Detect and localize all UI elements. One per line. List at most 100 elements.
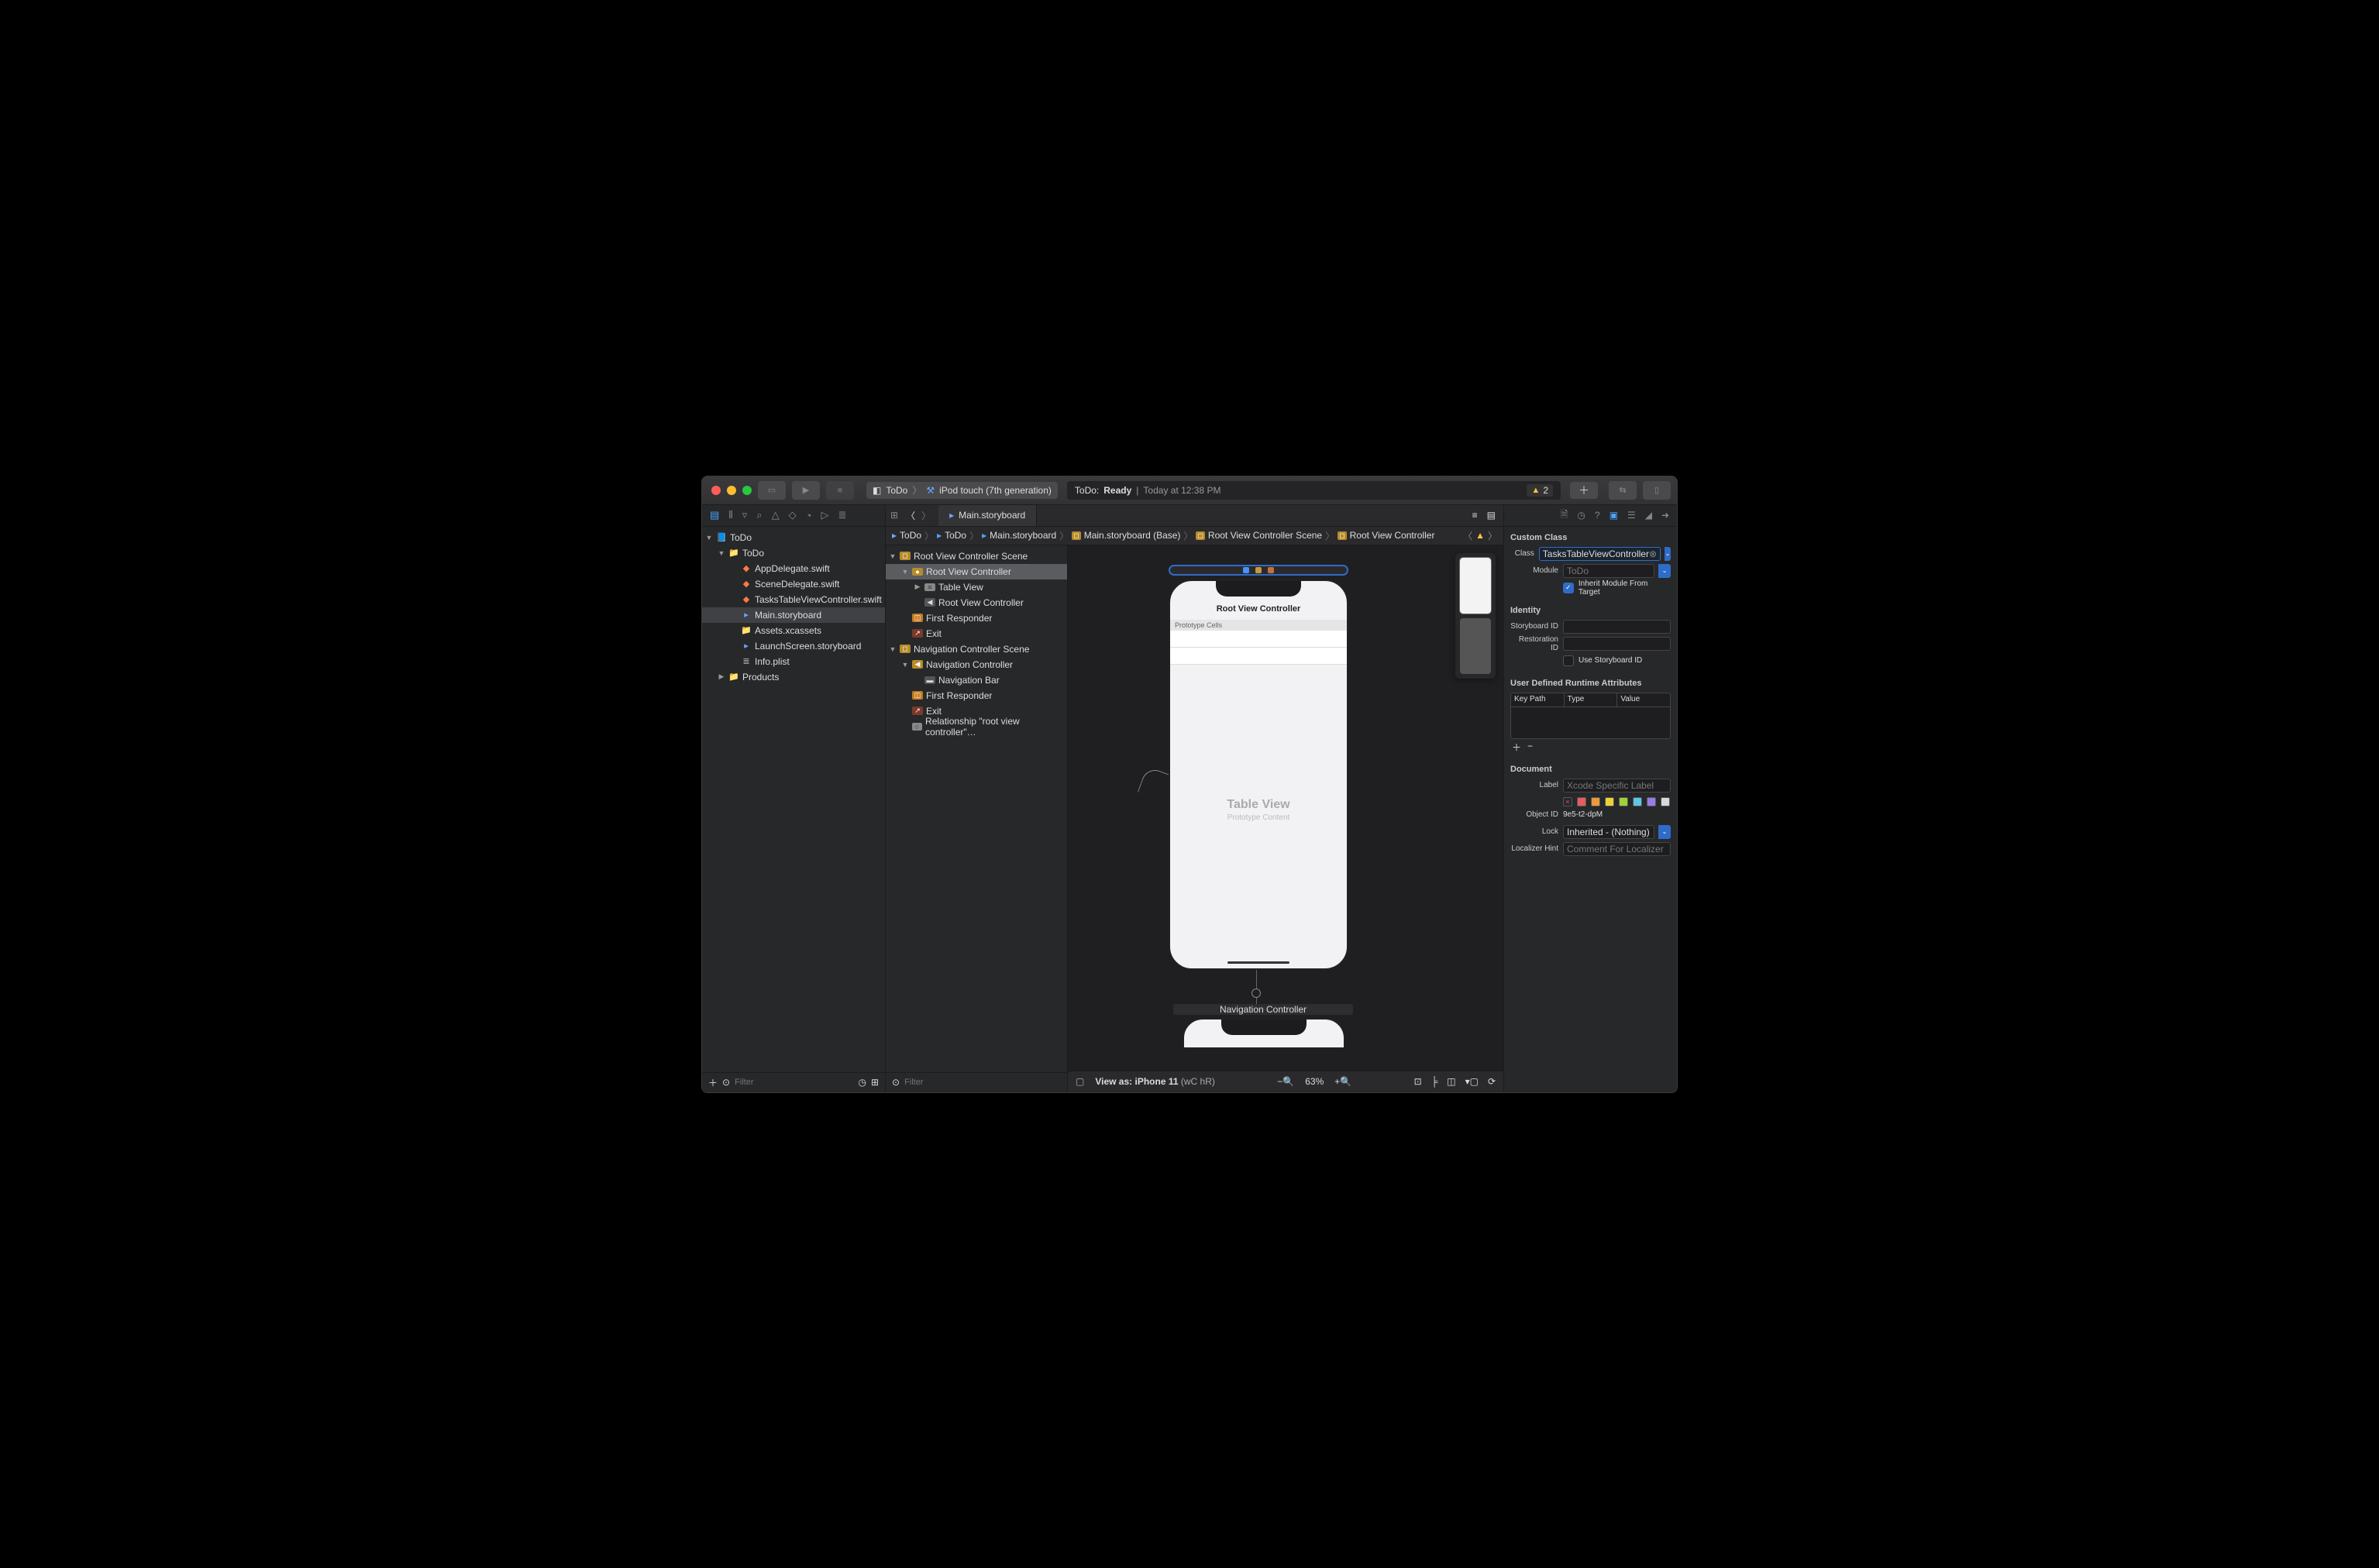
lock-dropdown-caret[interactable]: ⌄: [1658, 825, 1671, 839]
device-frame[interactable]: Root View Controller Prototype Cells Tab…: [1169, 579, 1348, 970]
outline-row[interactable]: ◫First Responder: [886, 610, 1067, 626]
zoom-out-icon[interactable]: −🔍: [1277, 1076, 1294, 1087]
tree-row[interactable]: 📁Assets.xcassets: [702, 623, 885, 638]
outline-filter-input[interactable]: [904, 1078, 1061, 1087]
zoom-level[interactable]: 63%: [1305, 1076, 1324, 1087]
color-swatch[interactable]: [1591, 797, 1600, 806]
history-inspector-icon[interactable]: ◷: [1577, 510, 1585, 521]
restoration-id-field[interactable]: [1563, 637, 1671, 651]
debug-nav-icon[interactable]: ◔: [806, 510, 812, 521]
outline-row[interactable]: ▼●Root View Controller: [886, 564, 1067, 579]
use-storyboard-id-checkbox[interactable]: [1563, 655, 1574, 666]
tree-row[interactable]: ▶📁Products: [702, 669, 885, 685]
tab-main-storyboard[interactable]: ▸ Main.storyboard: [938, 505, 1037, 527]
toggle-navigator-button[interactable]: ▭: [758, 481, 786, 500]
test-nav-icon[interactable]: ◇: [789, 509, 797, 521]
issue-nav-icon[interactable]: △: [772, 509, 780, 521]
stop-button[interactable]: ■: [826, 481, 854, 500]
clear-icon[interactable]: ⊗: [1649, 548, 1657, 559]
scene-dock[interactable]: [1169, 565, 1348, 576]
navctrl-dock[interactable]: Navigation Controller: [1173, 1004, 1353, 1015]
inherit-module-checkbox[interactable]: ✓: [1563, 583, 1574, 593]
run-button[interactable]: ▶: [792, 481, 820, 500]
connections-inspector-icon[interactable]: ➜: [1661, 510, 1669, 521]
color-swatch[interactable]: [1605, 797, 1614, 806]
warnings-indicator[interactable]: ▲ 2: [1527, 484, 1553, 497]
prev-issue-icon[interactable]: 〈: [1463, 529, 1472, 542]
scheme-selector[interactable]: ◧ ToDo 〉 ⚒ iPod touch (7th generation): [866, 482, 1058, 499]
jump-crumb[interactable]: ▸ Main.storyboard: [982, 530, 1056, 541]
view-as-label[interactable]: View as: iPhone 11 (wC hR): [1095, 1076, 1215, 1087]
tree-row[interactable]: ◆AppDelegate.swift: [702, 561, 885, 576]
module-field[interactable]: ToDo: [1563, 564, 1654, 578]
editor-options-icon[interactable]: ≡: [1472, 510, 1478, 521]
segue-node-icon[interactable]: [1251, 989, 1261, 998]
minimap-scene[interactable]: [1460, 558, 1491, 614]
recent-icon[interactable]: ◷: [858, 1077, 866, 1088]
related-items-icon[interactable]: ⊞: [890, 510, 898, 521]
tree-row[interactable]: ▼📘ToDo: [702, 530, 885, 545]
back-button[interactable]: 〈: [906, 509, 915, 522]
ib-canvas[interactable]: Root View Controller Prototype Cells Tab…: [1068, 545, 1503, 1092]
color-swatch[interactable]: [1647, 797, 1656, 806]
identity-inspector-icon[interactable]: ▣: [1610, 510, 1618, 521]
align-icon[interactable]: ⊡: [1414, 1076, 1422, 1087]
code-review-button[interactable]: ⇆: [1609, 481, 1637, 500]
attributes-inspector-icon[interactable]: ☰: [1627, 510, 1636, 521]
minimize-icon[interactable]: [727, 486, 736, 495]
zoom-icon[interactable]: [742, 486, 752, 495]
color-swatch[interactable]: [1633, 797, 1642, 806]
zoom-in-icon[interactable]: +🔍: [1334, 1076, 1351, 1087]
jump-crumb[interactable]: ◻ Main.storyboard (Base): [1072, 530, 1180, 541]
jump-crumb[interactable]: ◻ Root View Controller Scene: [1196, 530, 1322, 541]
table-cell[interactable]: [1170, 648, 1347, 665]
lock-field[interactable]: Inherited - (Nothing): [1563, 825, 1654, 839]
close-icon[interactable]: [711, 486, 721, 495]
table-cell[interactable]: [1170, 631, 1347, 648]
tree-row[interactable]: ▼📁ToDo: [702, 545, 885, 561]
add-attr-icon[interactable]: ＋: [1512, 741, 1521, 754]
outline-row[interactable]: ▶≡Table View: [886, 579, 1067, 595]
jump-bar[interactable]: ▸ ToDo〉▸ ToDo〉▸ Main.storyboard〉◻ Main.s…: [886, 527, 1503, 545]
add-icon[interactable]: ＋: [708, 1076, 718, 1089]
project-navigator-icon[interactable]: ▤: [710, 509, 719, 521]
adjust-editor-icon[interactable]: ▤: [1487, 510, 1496, 521]
toggle-inspector-button[interactable]: ▯: [1643, 481, 1671, 500]
doc-label-field[interactable]: Xcode Specific Label: [1563, 779, 1671, 793]
embed-icon[interactable]: ▾▢: [1465, 1076, 1479, 1087]
tree-row[interactable]: ◆SceneDelegate.swift: [702, 576, 885, 592]
next-issue-icon[interactable]: 〉: [1488, 529, 1497, 542]
class-dropdown-caret[interactable]: ⌄: [1665, 547, 1671, 561]
jump-crumb[interactable]: ▸ ToDo: [892, 530, 921, 541]
help-inspector-icon[interactable]: ?: [1595, 510, 1600, 521]
find-nav-icon[interactable]: ⌕: [756, 509, 762, 521]
symbol-nav-icon[interactable]: ▿: [742, 509, 748, 521]
outline-row[interactable]: ○Relationship "root view controller"…: [886, 719, 1067, 734]
tree-row[interactable]: ◆TasksTableViewController.swift: [702, 592, 885, 607]
file-inspector-icon[interactable]: 🗎: [1561, 507, 1568, 524]
minimap-scene[interactable]: [1460, 618, 1491, 674]
color-swatch[interactable]: ×: [1563, 797, 1572, 806]
tree-row[interactable]: ▸LaunchScreen.storyboard: [702, 638, 885, 654]
minimap[interactable]: [1455, 553, 1496, 679]
filter-icon[interactable]: ⊙: [722, 1077, 730, 1088]
outline-row[interactable]: ▬Navigation Bar: [886, 672, 1067, 688]
exit-icon[interactable]: [1268, 567, 1274, 573]
outline-row[interactable]: ◀Root View Controller: [886, 595, 1067, 610]
color-swatch[interactable]: [1577, 797, 1586, 806]
tree-row[interactable]: ▸Main.storyboard: [702, 607, 885, 623]
jump-crumb[interactable]: ▸ ToDo: [937, 530, 966, 541]
report-nav-icon[interactable]: ≣: [838, 509, 846, 521]
pin-icon[interactable]: ╞: [1431, 1076, 1438, 1087]
source-control-icon[interactable]: ⫴: [728, 509, 732, 521]
tree-row[interactable]: ≣Info.plist: [702, 654, 885, 669]
navigator-filter-input[interactable]: [735, 1078, 853, 1087]
library-button[interactable]: ＋: [1570, 482, 1598, 499]
vc-icon[interactable]: [1243, 567, 1249, 573]
first-responder-icon[interactable]: [1255, 567, 1262, 573]
runtime-table[interactable]: Key Path Type Value: [1510, 693, 1671, 739]
class-field[interactable]: TasksTableViewController⊗: [1539, 547, 1661, 561]
device-frame-secondary[interactable]: [1183, 1018, 1345, 1049]
project-tree[interactable]: ▼📘ToDo▼📁ToDo◆AppDelegate.swift◆SceneDele…: [702, 527, 885, 1072]
update-frames-icon[interactable]: ⟳: [1488, 1076, 1496, 1087]
